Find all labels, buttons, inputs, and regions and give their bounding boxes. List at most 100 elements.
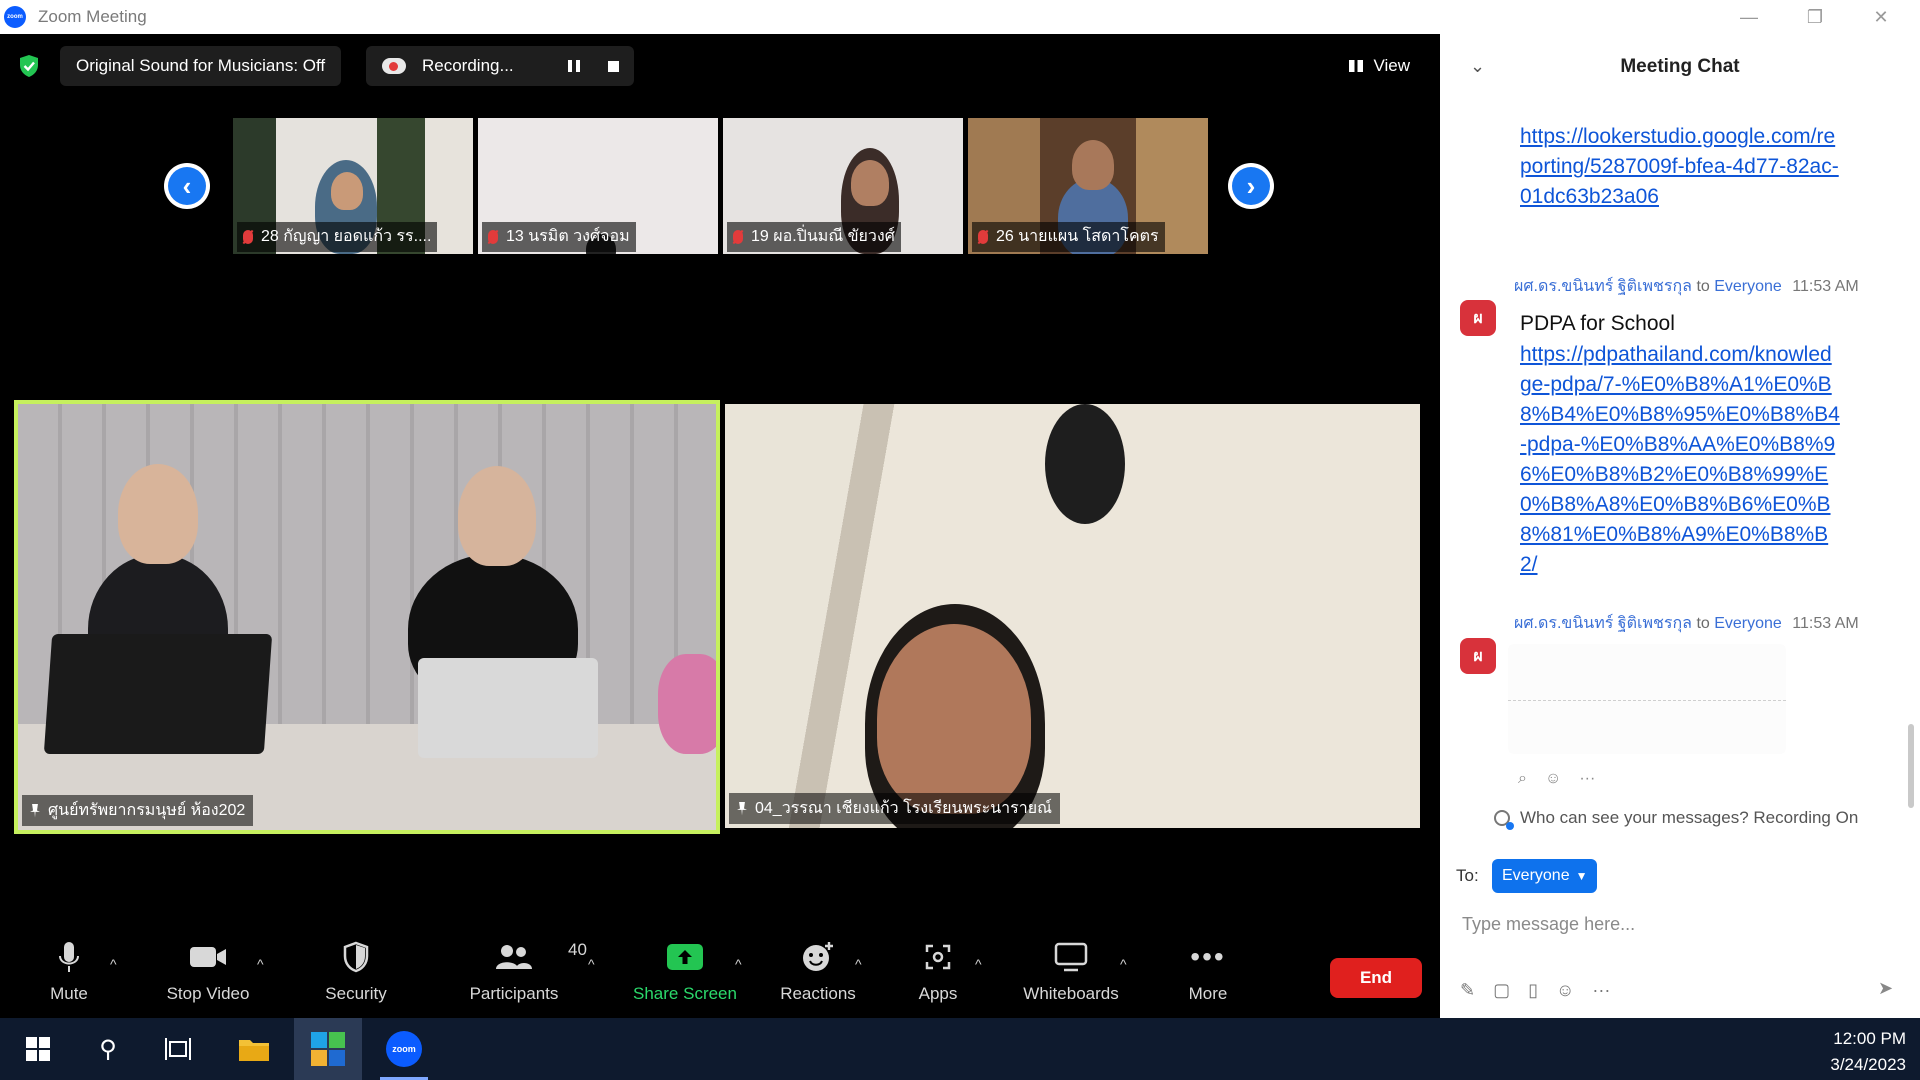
mute-button[interactable]: Mute bbox=[40, 934, 98, 1018]
pin-icon bbox=[30, 803, 40, 818]
add-reaction-icon[interactable]: ☺ bbox=[1545, 770, 1561, 788]
chevron-down-icon: ▼ bbox=[1575, 869, 1588, 883]
mic-muted-icon bbox=[733, 229, 743, 244]
chat-sender-line: ผศ.ดร.ขนินทร์ ฐิติเพชรกุล to Everyone 11… bbox=[1514, 615, 1859, 632]
message-actions: ⌕ ☺ ··· bbox=[1518, 770, 1595, 788]
chat-title: Meeting Chat bbox=[1620, 56, 1740, 77]
restore-icon[interactable]: ❐ bbox=[1782, 0, 1848, 34]
share-options-caret-icon[interactable]: ^ bbox=[735, 956, 742, 972]
security-button[interactable]: Security bbox=[314, 934, 398, 1018]
share-screen-icon bbox=[666, 934, 704, 980]
file-explorer-icon[interactable] bbox=[226, 1018, 282, 1080]
send-icon[interactable]: ➤ bbox=[1878, 978, 1893, 999]
mic-muted-icon bbox=[488, 229, 498, 244]
participant-name: 28 กัญญา ยอดแก้ว รร.... bbox=[237, 222, 438, 252]
apps-options-caret-icon[interactable]: ^ bbox=[975, 956, 982, 972]
windows-start-icon[interactable] bbox=[10, 1018, 66, 1080]
sender-name[interactable]: ผศ.ดร.ขนินทร์ ฐิติเพชรกุล bbox=[1514, 615, 1692, 632]
participants-icon: 40 bbox=[494, 934, 587, 980]
share-screen-button[interactable]: Share Screen bbox=[628, 934, 742, 1018]
meeting-area: Original Sound for Musicians: Off Record… bbox=[0, 34, 1440, 1018]
apps-button[interactable]: Apps bbox=[906, 934, 970, 1018]
security-shield-icon bbox=[342, 934, 370, 980]
sender-name[interactable]: ผศ.ดร.ขนินทร์ ฐิติเพชรกุล bbox=[1514, 278, 1692, 295]
apps-icon bbox=[923, 934, 953, 980]
next-page-button[interactable]: › bbox=[1228, 163, 1274, 209]
encryption-shield-icon[interactable] bbox=[18, 54, 40, 78]
mic-muted-icon bbox=[243, 229, 253, 244]
participant-name: 19 ผอ.ปิ่นมณี ขัยวงศ์ bbox=[727, 222, 901, 252]
chat-link[interactable]: https://lookerstudio.google.com/reportin… bbox=[1520, 122, 1840, 212]
minimize-icon[interactable]: — bbox=[1716, 0, 1782, 34]
active-speaker-video[interactable]: ศูนย์ทรัพยากรมนุษย์ ห้อง202 bbox=[14, 400, 720, 834]
meeting-chat-panel: ⌄ Meeting Chat https://lookerstudio.goog… bbox=[1440, 34, 1920, 1018]
whiteboards-options-caret-icon[interactable]: ^ bbox=[1120, 956, 1127, 972]
close-icon[interactable]: ✕ bbox=[1848, 0, 1914, 34]
task-view-icon[interactable] bbox=[150, 1018, 206, 1080]
participant-thumbnail[interactable]: 19 ผอ.ปิ่นมณี ขัยวงศ์ bbox=[723, 118, 963, 254]
more-dots-icon: ••• bbox=[1190, 941, 1226, 972]
cloud-recording-icon bbox=[382, 58, 406, 74]
chevron-left-icon: ‹ bbox=[182, 171, 192, 201]
end-meeting-button[interactable]: End bbox=[1330, 958, 1422, 998]
participant-thumbnail[interactable]: 28 กัญญา ยอดแก้ว รร.... bbox=[233, 118, 473, 254]
pause-recording-button[interactable] bbox=[568, 60, 580, 72]
desktop-app-icon[interactable] bbox=[294, 1018, 362, 1080]
participant-thumbnail[interactable]: 13 นรมิต วงศ์จอม bbox=[478, 118, 718, 254]
gallery-view-icon bbox=[1349, 60, 1364, 72]
reply-icon[interactable]: ⌕ bbox=[1518, 770, 1527, 788]
pin-icon bbox=[737, 801, 747, 816]
chevron-right-icon: › bbox=[1246, 171, 1256, 201]
sender-avatar[interactable]: ผ bbox=[1460, 300, 1496, 336]
view-label: View bbox=[1373, 56, 1410, 75]
visibility-user-icon bbox=[1494, 810, 1514, 830]
stop-video-button[interactable]: Stop Video bbox=[160, 934, 256, 1018]
sender-avatar[interactable]: ผ bbox=[1460, 638, 1496, 674]
participant-name: ศูนย์ทรัพยากรมนุษย์ ห้อง202 bbox=[22, 795, 254, 826]
file-attach-icon[interactable]: ▯ bbox=[1528, 980, 1538, 1001]
chat-header: ⌄ Meeting Chat bbox=[1440, 34, 1920, 100]
reactions-options-caret-icon[interactable]: ^ bbox=[855, 956, 862, 972]
more-button[interactable]: ••• More bbox=[1180, 934, 1236, 1018]
view-button[interactable]: View bbox=[1335, 46, 1424, 86]
chat-message-input[interactable] bbox=[1462, 906, 1882, 942]
privacy-notice[interactable]: Who can see your messages? Recording On bbox=[1494, 808, 1858, 830]
participants-options-caret-icon[interactable]: ^ bbox=[588, 956, 595, 972]
system-clock[interactable]: 12:00 PM 3/24/2023 bbox=[1830, 1026, 1906, 1078]
screenshot-icon[interactable]: ▢ bbox=[1493, 980, 1510, 1001]
participant-video[interactable]: 04_วรรณา เชียงแก้ว โรงเรียนพระนารายณ์ bbox=[725, 404, 1420, 828]
participant-thumbnail[interactable]: 26 นายแผน โสดาโคตร bbox=[968, 118, 1208, 254]
chat-link[interactable]: https://pdpathailand.com/knowledge-pdpa/… bbox=[1520, 340, 1840, 580]
more-options-icon[interactable]: ··· bbox=[1579, 770, 1595, 788]
recipient-name: Everyone bbox=[1714, 278, 1782, 295]
message-time: 11:53 AM bbox=[1792, 615, 1859, 632]
mic-muted-icon bbox=[978, 229, 988, 244]
audio-options-caret-icon[interactable]: ^ bbox=[110, 956, 117, 972]
search-icon[interactable]: ⚲ bbox=[80, 1018, 136, 1080]
previous-page-button[interactable]: ‹ bbox=[164, 163, 210, 209]
emoji-icon[interactable]: ☺ bbox=[1556, 980, 1574, 1001]
reactions-emoji-icon bbox=[801, 934, 835, 980]
video-camera-icon bbox=[188, 934, 228, 980]
participants-button[interactable]: 40 Participants bbox=[464, 934, 587, 1018]
participant-name: 04_วรรณา เชียงแก้ว โรงเรียนพระนารายณ์ bbox=[729, 793, 1060, 824]
chat-sender-line: ผศ.ดร.ขนินทร์ ฐิติเพชรกุล to Everyone 11… bbox=[1514, 278, 1859, 295]
chat-scrollbar[interactable] bbox=[1908, 724, 1914, 808]
more-tools-icon[interactable]: ··· bbox=[1592, 980, 1610, 1001]
message-time: 11:53 AM bbox=[1792, 278, 1859, 295]
participant-name: 13 นรมิต วงศ์จอม bbox=[482, 222, 636, 252]
format-text-icon[interactable]: ✎ bbox=[1460, 980, 1475, 1001]
clock-date: 3/24/2023 bbox=[1830, 1055, 1906, 1074]
clock-time: 12:00 PM bbox=[1833, 1029, 1906, 1048]
reactions-button[interactable]: Reactions bbox=[774, 934, 862, 1018]
original-sound-button[interactable]: Original Sound for Musicians: Off bbox=[60, 46, 342, 86]
video-options-caret-icon[interactable]: ^ bbox=[257, 956, 264, 972]
recipient-dropdown[interactable]: Everyone ▼ bbox=[1492, 859, 1598, 893]
stop-recording-button[interactable] bbox=[608, 60, 619, 72]
chat-image-attachment[interactable] bbox=[1508, 644, 1786, 754]
recording-label: Recording... bbox=[422, 56, 514, 75]
whiteboards-button[interactable]: Whiteboards bbox=[1018, 934, 1124, 1018]
zoom-logo-icon: zoom bbox=[4, 6, 26, 28]
recording-indicator: Recording... bbox=[366, 46, 634, 86]
zoom-taskbar-icon[interactable]: zoom bbox=[370, 1018, 438, 1080]
